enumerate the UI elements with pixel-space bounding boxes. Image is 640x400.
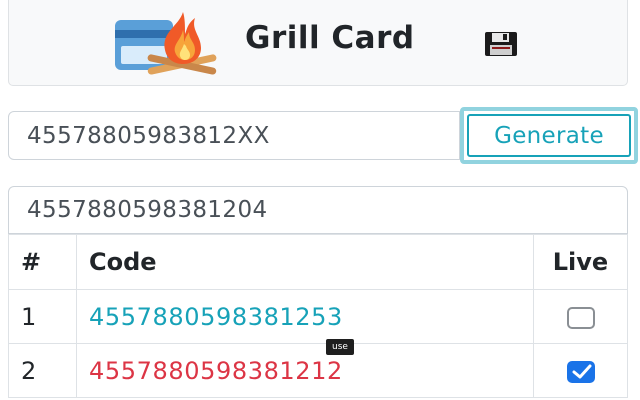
generate-button-label: Generate xyxy=(467,114,631,157)
tooltip: use xyxy=(326,339,354,355)
result-input[interactable] xyxy=(8,186,628,234)
header: Grill Card xyxy=(8,0,628,86)
table-row: 1 4557880598381253 xyxy=(8,289,628,344)
generate-button[interactable]: Generate xyxy=(460,107,638,164)
column-header-num: # xyxy=(8,234,77,290)
pattern-input[interactable] xyxy=(8,111,460,160)
page: Grill Card Generate # Code Live 1 455788 xyxy=(0,0,640,400)
column-header-live: Live xyxy=(533,234,628,290)
live-cell xyxy=(533,289,628,344)
live-checkbox[interactable] xyxy=(566,306,595,329)
pattern-input-group: Generate xyxy=(8,107,638,164)
checkmark-icon xyxy=(572,364,591,378)
row-code: 4557880598381253 xyxy=(76,289,534,344)
row-code: 4557880598381212 xyxy=(76,343,534,398)
codes-table: # Code Live 1 4557880598381253 2 4557880… xyxy=(8,234,628,398)
table-row: 2 4557880598381212 xyxy=(8,343,628,398)
app-title: Grill Card xyxy=(245,20,415,56)
column-header-code: Code xyxy=(76,234,534,290)
row-number: 2 xyxy=(8,343,77,398)
row-number: 1 xyxy=(8,289,77,344)
live-checkbox[interactable] xyxy=(566,360,595,383)
floppy-disk-icon[interactable] xyxy=(483,30,519,58)
table-header-row: # Code Live xyxy=(8,234,628,290)
card-fire-logo-icon xyxy=(115,12,217,75)
live-cell xyxy=(533,343,628,398)
